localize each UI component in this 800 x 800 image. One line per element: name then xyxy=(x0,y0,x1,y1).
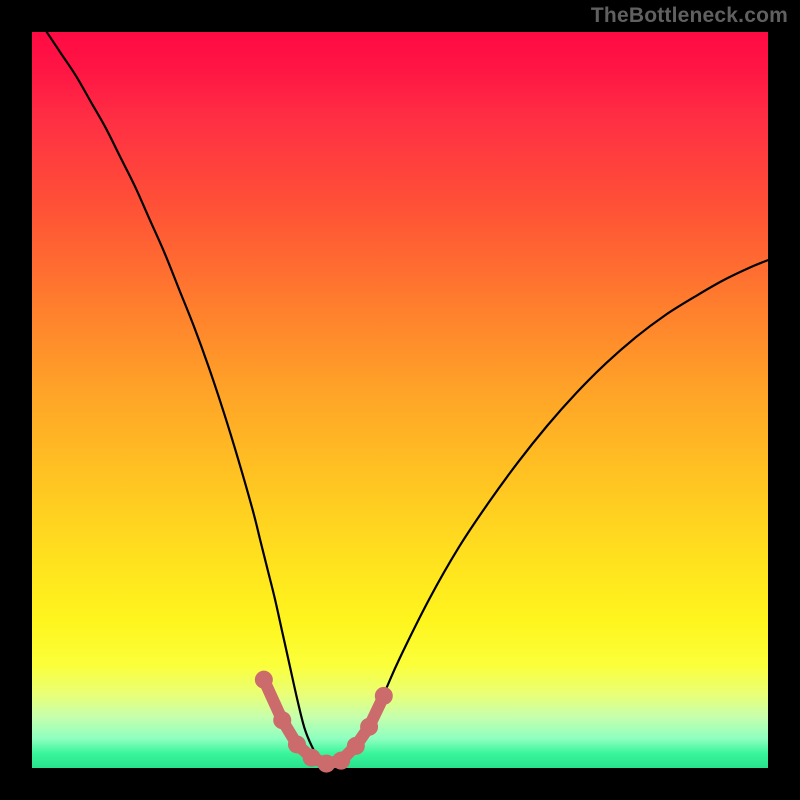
marker-dot xyxy=(347,737,365,755)
marker-dot xyxy=(332,752,350,770)
marker-dot xyxy=(255,671,273,689)
watermark-text: TheBottleneck.com xyxy=(591,4,788,28)
curve-svg xyxy=(32,32,768,768)
bottleneck-curve xyxy=(47,32,768,766)
marker-dot xyxy=(360,718,378,736)
marker-dot xyxy=(375,687,393,705)
marker-dot xyxy=(273,711,291,729)
plot-area xyxy=(32,32,768,768)
marker-dot xyxy=(288,735,306,753)
curve-markers xyxy=(255,671,393,773)
chart-frame: TheBottleneck.com xyxy=(0,0,800,800)
